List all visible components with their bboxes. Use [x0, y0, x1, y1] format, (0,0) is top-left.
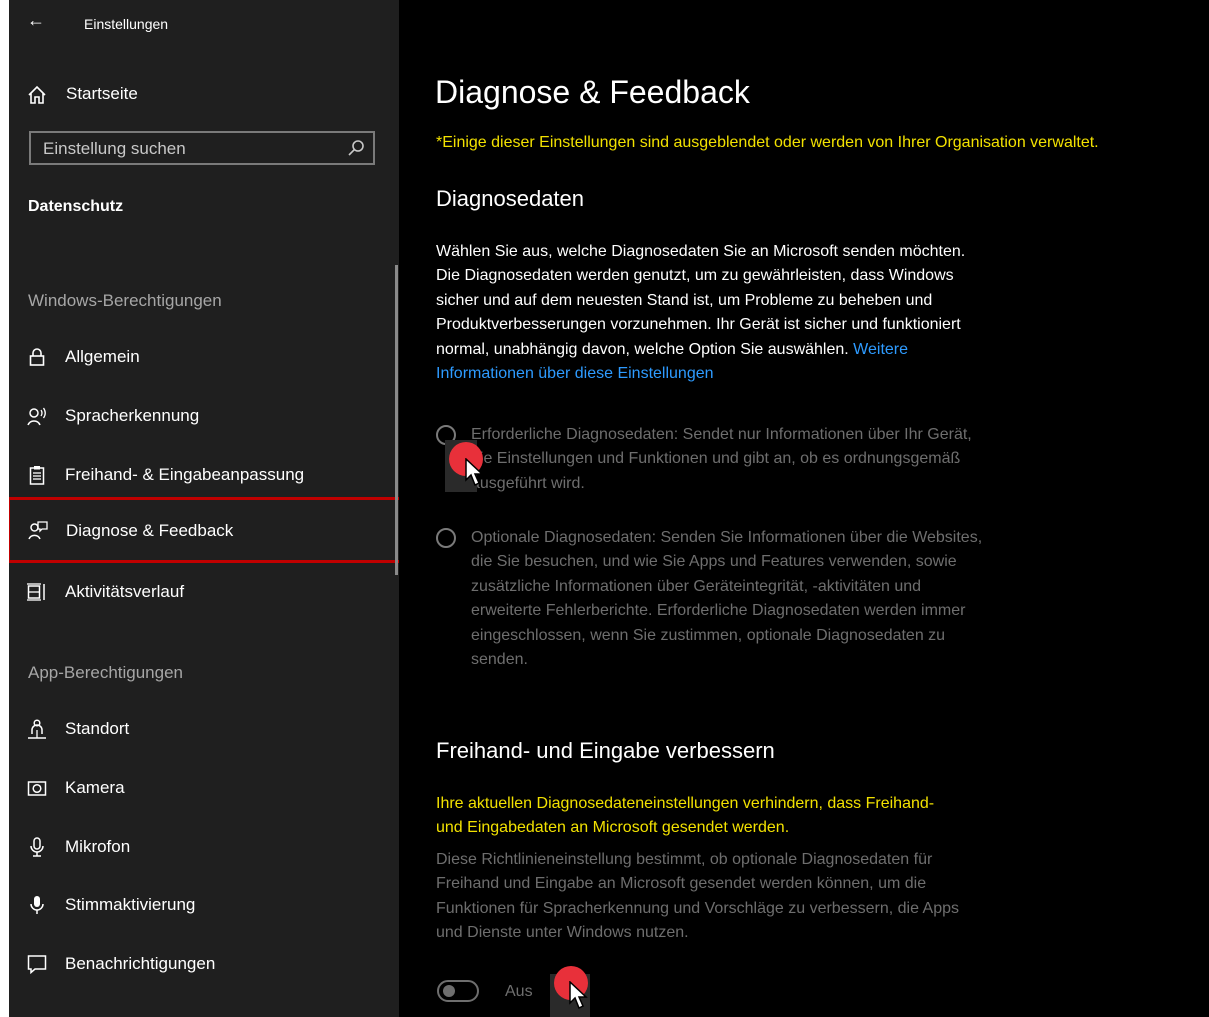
timeline-icon: [27, 583, 45, 601]
inking-heading: Freihand- und Eingabe verbessern: [436, 738, 775, 763]
sidebar-item-benachrichtigungen[interactable]: Benachrichtigungen: [9, 938, 399, 992]
clipboard-icon: [29, 466, 45, 485]
section-title: Datenschutz: [28, 198, 124, 215]
inking-toggle[interactable]: [437, 980, 479, 1002]
sidebar-item-freihand[interactable]: Freihand- & Eingabeanpassung: [9, 449, 399, 503]
sidebar-item-spracherkennung[interactable]: Spracherkennung: [9, 390, 399, 444]
page-title: Diagnose & Feedback: [435, 74, 750, 110]
lock-icon: [29, 348, 45, 366]
window-title: Einstellungen: [84, 16, 169, 32]
home-link[interactable]: Startseite: [9, 74, 399, 114]
diagnostics-heading: Diagnosedaten: [436, 186, 585, 211]
sidebar-item-allgemein[interactable]: Allgemein: [9, 331, 399, 385]
sidebar-item-label: Standort: [65, 719, 130, 738]
radio-required-diagnostics[interactable]: Erforderliche Diagnosedaten: Sendet nur …: [436, 423, 996, 498]
sidebar-item-label: Kamera: [65, 778, 125, 797]
toggle-knob: [443, 985, 455, 997]
group-header-windows: Windows-Berechtigungen: [28, 291, 222, 310]
settings-window: ← Einstellungen Startseite Datenschutz W…: [9, 0, 1209, 1017]
sidebar-item-label: Freihand- & Eingabeanpassung: [65, 465, 305, 484]
sidebar-item-label: Mikrofon: [65, 837, 131, 856]
sidebar-item-label: Diagnose & Feedback: [66, 521, 234, 540]
sidebar-item-mikrofon[interactable]: Mikrofon: [9, 821, 399, 875]
sidebar-item-aktivitaetsverlauf[interactable]: Aktivitätsverlauf: [9, 566, 399, 620]
sidebar-item-kamera[interactable]: Kamera: [9, 762, 399, 816]
organization-note: *Einige dieser Einstellungen sind ausgeb…: [436, 134, 1099, 151]
sidebar-item-standort[interactable]: Standort: [9, 703, 399, 757]
sidebar-scrollbar[interactable]: [395, 265, 398, 575]
search-box[interactable]: [29, 131, 375, 165]
back-arrow-icon[interactable]: ←: [27, 10, 45, 31]
sidebar-item-label: Stimmaktivierung: [65, 895, 196, 914]
sidebar-item-label: Aktivitätsverlauf: [65, 582, 185, 601]
home-icon: [28, 85, 46, 104]
home-label: Startseite: [66, 84, 138, 103]
mouse-cursor-icon: [465, 458, 484, 487]
radio-button[interactable]: [436, 528, 456, 548]
toggle-state-label: Aus: [505, 983, 533, 1000]
radio-optional-diagnostics[interactable]: Optionale Diagnosedaten: Senden Sie Info…: [436, 526, 996, 674]
group-header-apps: App-Berechtigungen: [28, 663, 184, 682]
sidebar-item-label: Spracherkennung: [65, 406, 200, 425]
search-input[interactable]: [43, 138, 333, 160]
mouse-cursor-icon-2: [569, 981, 588, 1010]
main-content: Diagnose & Feedback *Einige dieser Einst…: [399, 0, 1209, 1017]
sidebar-item-stimmaktivierung[interactable]: Stimmaktivierung: [9, 879, 399, 933]
camera-icon: [27, 781, 47, 796]
sidebar: ← Einstellungen Startseite Datenschutz W…: [9, 0, 402, 1017]
location-person-icon: [28, 719, 46, 739]
notification-icon: [27, 955, 47, 974]
search-icon[interactable]: [347, 139, 365, 157]
feedback-icon: [28, 521, 48, 540]
radio-label: Erforderliche Diagnosedaten: Sendet nur …: [471, 426, 972, 492]
inking-warning: Ihre aktuellen Diagnosedateneinstellunge…: [436, 795, 935, 837]
sidebar-item-label: Benachrichtigungen: [65, 954, 216, 973]
speech-icon: [27, 407, 46, 426]
inking-policy-text: Diese Richtlinieneinstellung bestimmt, o…: [436, 851, 959, 942]
voice-activation-icon: [30, 896, 44, 914]
sidebar-item-diagnose-feedback[interactable]: Diagnose & Feedback: [9, 497, 402, 563]
diagnostics-description: Wählen Sie aus, welche Diagnosedaten Sie…: [436, 240, 991, 386]
radio-label: Optionale Diagnosedaten: Senden Sie Info…: [471, 529, 983, 669]
sidebar-item-label: Allgemein: [65, 347, 140, 366]
microphone-icon: [30, 837, 44, 857]
